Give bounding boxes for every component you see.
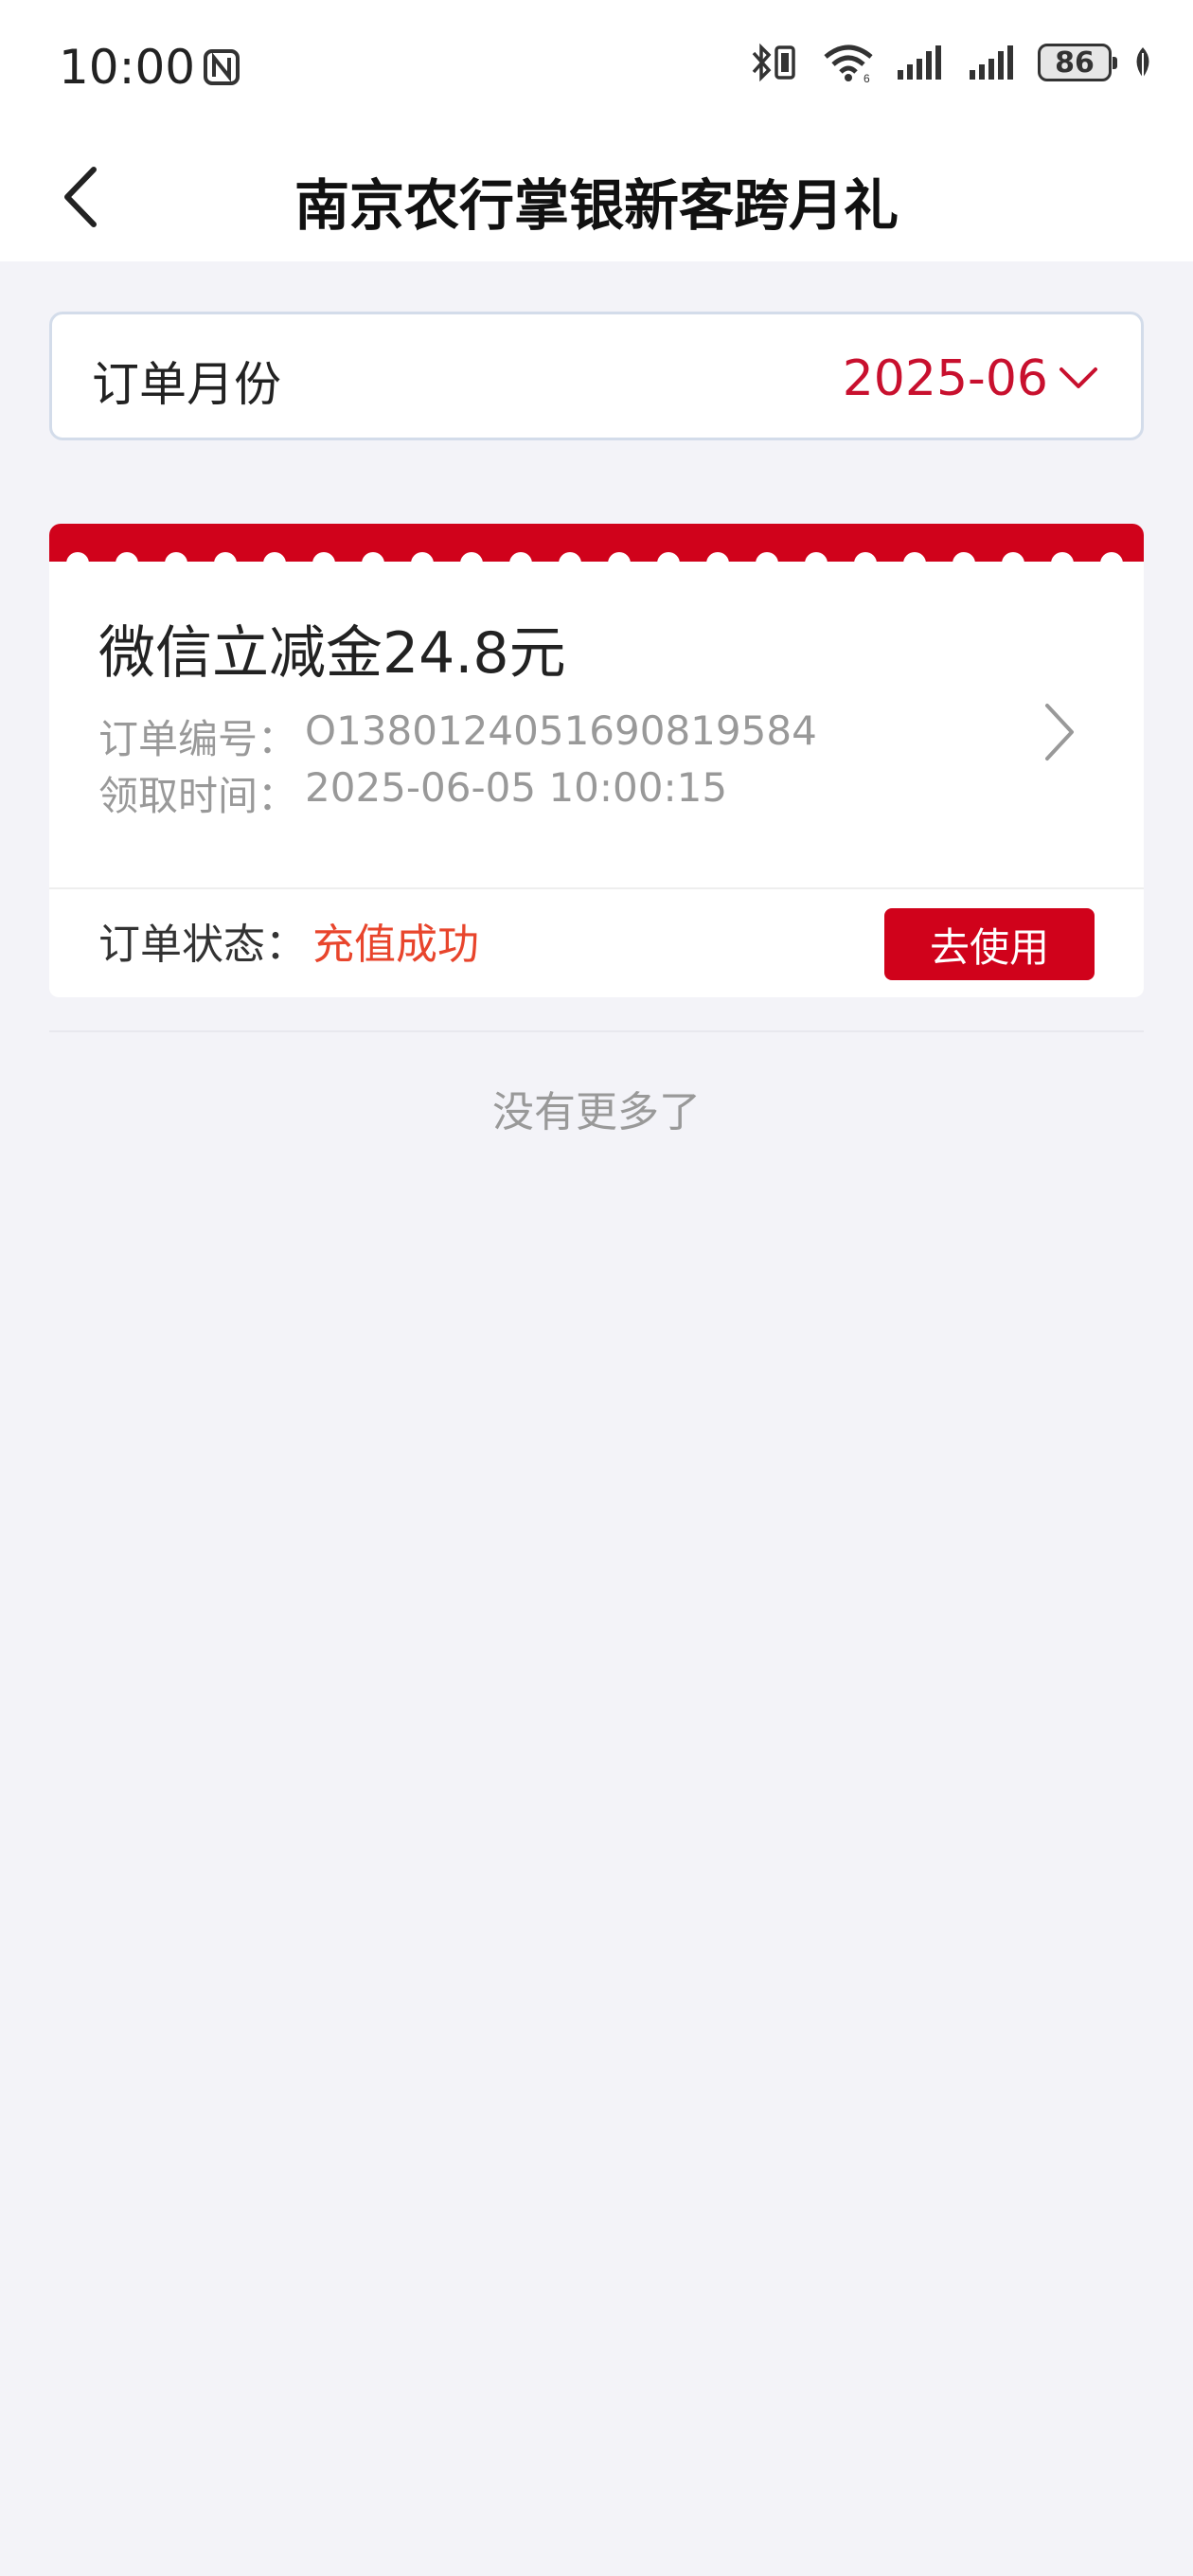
chevron-down-icon (1059, 367, 1097, 388)
leaf-icon (1136, 47, 1149, 80)
bluetooth-vibrate-icon (752, 43, 795, 82)
signal-icon (898, 45, 941, 80)
wifi-icon: 6 (824, 45, 873, 83)
status-icons: 6 86 (750, 42, 1155, 83)
claim-time-row: 领取时间： 2025-06-05 10:00:15 (98, 764, 727, 822)
clock-text: 10:00 (59, 40, 196, 95)
no-more-text: 没有更多了 (492, 1088, 701, 1136)
order-number-label: 订单编号： (98, 716, 298, 762)
use-button[interactable]: 去使用 (884, 908, 1095, 980)
svg-text:6: 6 (864, 72, 870, 83)
nfc-icon (204, 49, 240, 85)
card-divider (49, 887, 1144, 889)
month-selector[interactable]: 订单月份 2025-06 (49, 312, 1144, 440)
app-header: 南京农行掌银新客跨月礼 (0, 133, 1193, 261)
order-title: 微信立减金24.8元 (98, 620, 566, 687)
status-time: 10:00 (59, 40, 240, 95)
month-label: 订单月份 (92, 357, 281, 412)
order-number-value: O1380124051690819584 (305, 707, 817, 754)
chevron-right-icon[interactable] (1030, 694, 1087, 770)
status-bar: 10:00 6 86 (0, 0, 1193, 133)
order-status-row: 订单状态： 充值成功 (98, 910, 479, 971)
order-card[interactable]: 微信立减金24.8元 订单编号： O1380124051690819584 领取… (49, 524, 1144, 997)
list-end-divider (49, 1030, 1144, 1032)
page-title: 南京农行掌银新客跨月礼 (294, 173, 899, 238)
claim-time-label: 领取时间： (98, 773, 298, 819)
order-status-label: 订单状态： (98, 921, 307, 969)
claim-time-value: 2025-06-05 10:00:15 (305, 764, 728, 811)
order-status-value: 充值成功 (312, 921, 479, 969)
battery-icon: 86 (1038, 44, 1117, 81)
card-scallop-decoration (66, 552, 1123, 573)
signal-icon (970, 45, 1013, 80)
battery-level: 86 (1055, 45, 1095, 80)
month-value: 2025-06 (842, 350, 1048, 407)
order-number-row: 订单编号： O1380124051690819584 (98, 707, 817, 765)
